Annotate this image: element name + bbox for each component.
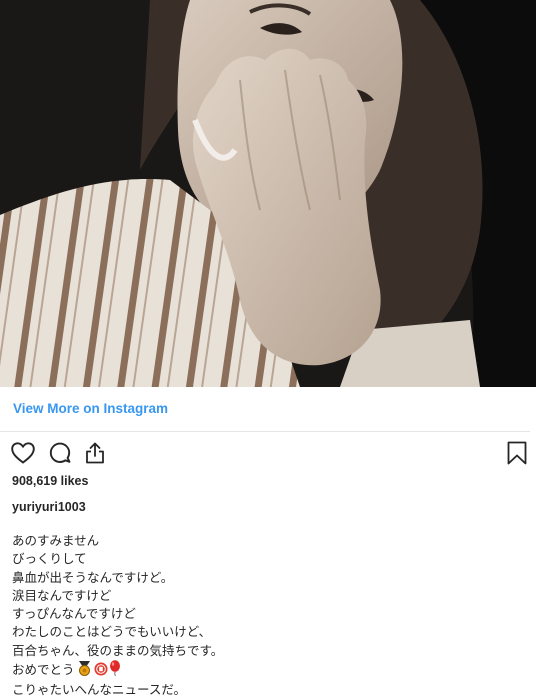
heart-icon xyxy=(11,442,35,464)
sports-medal-icon xyxy=(76,661,93,681)
caption-line: 涙目なんですけど xyxy=(12,587,112,603)
comment-bubble-icon xyxy=(49,442,71,463)
likes-count: 908,619 likes xyxy=(12,474,89,488)
share-button[interactable] xyxy=(82,440,108,466)
post-photo[interactable] xyxy=(0,0,536,387)
post-caption: あのすみません びっくりして 鼻血が出そうなんですけど。 涙目なんですけど すっ… xyxy=(12,532,522,697)
caption-line: 百合ちゃん、役のままの気持ちです。 xyxy=(12,642,224,658)
congratulations-seal-icon xyxy=(94,662,108,681)
caption-line: あのすみません xyxy=(12,533,100,548)
bookmark-icon xyxy=(507,441,527,465)
view-more-on-instagram-link[interactable]: View More on Instagram xyxy=(13,401,168,416)
caption-line: びっくりして xyxy=(12,551,87,567)
caption-line: すっぴんなんですけど xyxy=(12,606,136,622)
like-button[interactable] xyxy=(10,440,36,466)
selfie-photo xyxy=(0,0,536,387)
save-button[interactable] xyxy=(504,440,530,466)
share-upload-icon xyxy=(86,442,104,464)
action-bar xyxy=(0,440,536,466)
red-balloon-icon xyxy=(109,660,121,681)
caption-line-text: おめでとう xyxy=(12,662,75,678)
comment-button[interactable] xyxy=(47,440,73,466)
caption-line: わたしのことはどうでもいいけど、 xyxy=(12,624,212,640)
post-username[interactable]: yuriyuri1003 xyxy=(12,500,86,514)
caption-line: 鼻血が出そうなんですけど。 xyxy=(12,569,174,585)
caption-line-with-emoji: おめでとう xyxy=(12,660,522,681)
divider xyxy=(0,431,530,432)
caption-line: こりゃたいへんなニュースだ。 xyxy=(12,682,187,697)
